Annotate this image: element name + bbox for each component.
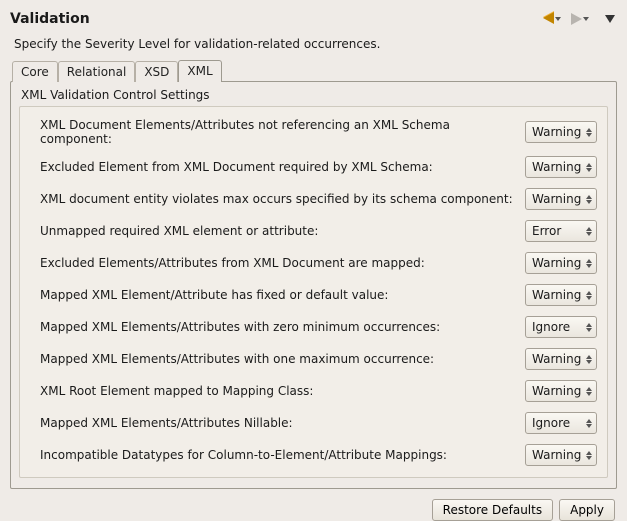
chevron-down-icon bbox=[583, 17, 589, 21]
chevron-down-icon bbox=[555, 17, 561, 21]
view-menu-button[interactable] bbox=[597, 14, 617, 24]
page-title: Validation bbox=[10, 11, 541, 27]
tab-bar: Core Relational XSD XML bbox=[10, 59, 617, 81]
severity-value: Warning bbox=[532, 384, 581, 398]
severity-select[interactable]: Warning bbox=[525, 348, 597, 370]
spinner-icon bbox=[586, 387, 592, 396]
description-text: Specify the Severity Level for validatio… bbox=[14, 37, 613, 51]
spinner-icon bbox=[586, 227, 592, 236]
setting-row: XML Document Elements/Attributes not ref… bbox=[28, 113, 599, 151]
setting-row: Mapped XML Elements/Attributes Nillable:… bbox=[28, 407, 599, 439]
spinner-icon bbox=[586, 259, 592, 268]
setting-row: Mapped XML Elements/Attributes with one … bbox=[28, 343, 599, 375]
severity-value: Ignore bbox=[532, 416, 570, 430]
severity-value: Warning bbox=[532, 256, 581, 270]
severity-value: Warning bbox=[532, 160, 581, 174]
severity-select[interactable]: Warning bbox=[525, 380, 597, 402]
severity-value: Error bbox=[532, 224, 561, 238]
setting-label: Excluded Elements/Attributes from XML Do… bbox=[40, 256, 515, 270]
severity-value: Ignore bbox=[532, 320, 570, 334]
tab-core[interactable]: Core bbox=[12, 61, 58, 82]
arrow-left-icon bbox=[543, 11, 554, 26]
group-title: XML Validation Control Settings bbox=[21, 88, 608, 102]
spinner-icon bbox=[586, 163, 592, 172]
spinner-icon bbox=[586, 291, 592, 300]
severity-select[interactable]: Warning bbox=[525, 444, 597, 466]
tab-panel-xml: XML Validation Control Settings XML Docu… bbox=[10, 81, 617, 489]
severity-select[interactable]: Warning bbox=[525, 252, 597, 274]
setting-row: Mapped XML Elements/Attributes with zero… bbox=[28, 311, 599, 343]
setting-label: Incompatible Datatypes for Column-to-Ele… bbox=[40, 448, 515, 462]
severity-value: Warning bbox=[532, 288, 581, 302]
tab-xml[interactable]: XML bbox=[178, 60, 221, 82]
setting-label: XML document entity violates max occurs … bbox=[40, 192, 515, 206]
setting-label: Mapped XML Elements/Attributes with zero… bbox=[40, 320, 515, 334]
spinner-icon bbox=[586, 419, 592, 428]
spinner-icon bbox=[586, 323, 592, 332]
spinner-icon bbox=[586, 195, 592, 204]
tab-xsd[interactable]: XSD bbox=[135, 61, 178, 82]
setting-label: Mapped XML Elements/Attributes Nillable: bbox=[40, 416, 515, 430]
apply-button[interactable]: Apply bbox=[559, 499, 615, 521]
tab-relational[interactable]: Relational bbox=[58, 61, 136, 82]
setting-row: Incompatible Datatypes for Column-to-Ele… bbox=[28, 439, 599, 471]
setting-label: XML Document Elements/Attributes not ref… bbox=[40, 118, 515, 146]
severity-select[interactable]: Warning bbox=[525, 156, 597, 178]
spinner-icon bbox=[586, 451, 592, 460]
severity-value: Warning bbox=[532, 352, 581, 366]
button-bar: Restore Defaults Apply bbox=[10, 499, 617, 521]
setting-row: Excluded Element from XML Document requi… bbox=[28, 151, 599, 183]
setting-row: XML document entity violates max occurs … bbox=[28, 183, 599, 215]
setting-row: Mapped XML Element/Attribute has fixed o… bbox=[28, 279, 599, 311]
setting-row: XML Root Element mapped to Mapping Class… bbox=[28, 375, 599, 407]
setting-label: Excluded Element from XML Document requi… bbox=[40, 160, 515, 174]
setting-label: Mapped XML Elements/Attributes with one … bbox=[40, 352, 515, 366]
setting-label: XML Root Element mapped to Mapping Class… bbox=[40, 384, 515, 398]
severity-value: Warning bbox=[532, 448, 581, 462]
severity-select[interactable]: Warning bbox=[525, 121, 597, 143]
nav-back-button[interactable] bbox=[541, 10, 563, 27]
header-nav bbox=[541, 10, 617, 27]
severity-select[interactable]: Ignore bbox=[525, 412, 597, 434]
setting-row: Unmapped required XML element or attribu… bbox=[28, 215, 599, 247]
severity-value: Warning bbox=[532, 125, 581, 139]
restore-defaults-button[interactable]: Restore Defaults bbox=[432, 499, 553, 521]
settings-list: XML Document Elements/Attributes not ref… bbox=[19, 106, 608, 478]
spinner-icon bbox=[586, 128, 592, 137]
menu-triangle-icon bbox=[605, 15, 615, 23]
severity-select[interactable]: Error bbox=[525, 220, 597, 242]
setting-label: Mapped XML Element/Attribute has fixed o… bbox=[40, 288, 515, 302]
severity-select[interactable]: Ignore bbox=[525, 316, 597, 338]
severity-select[interactable]: Warning bbox=[525, 188, 597, 210]
arrow-right-icon bbox=[571, 13, 582, 25]
setting-label: Unmapped required XML element or attribu… bbox=[40, 224, 515, 238]
severity-value: Warning bbox=[532, 192, 581, 206]
spinner-icon bbox=[586, 355, 592, 364]
nav-forward-button[interactable] bbox=[569, 12, 591, 26]
severity-select[interactable]: Warning bbox=[525, 284, 597, 306]
setting-row: Excluded Elements/Attributes from XML Do… bbox=[28, 247, 599, 279]
